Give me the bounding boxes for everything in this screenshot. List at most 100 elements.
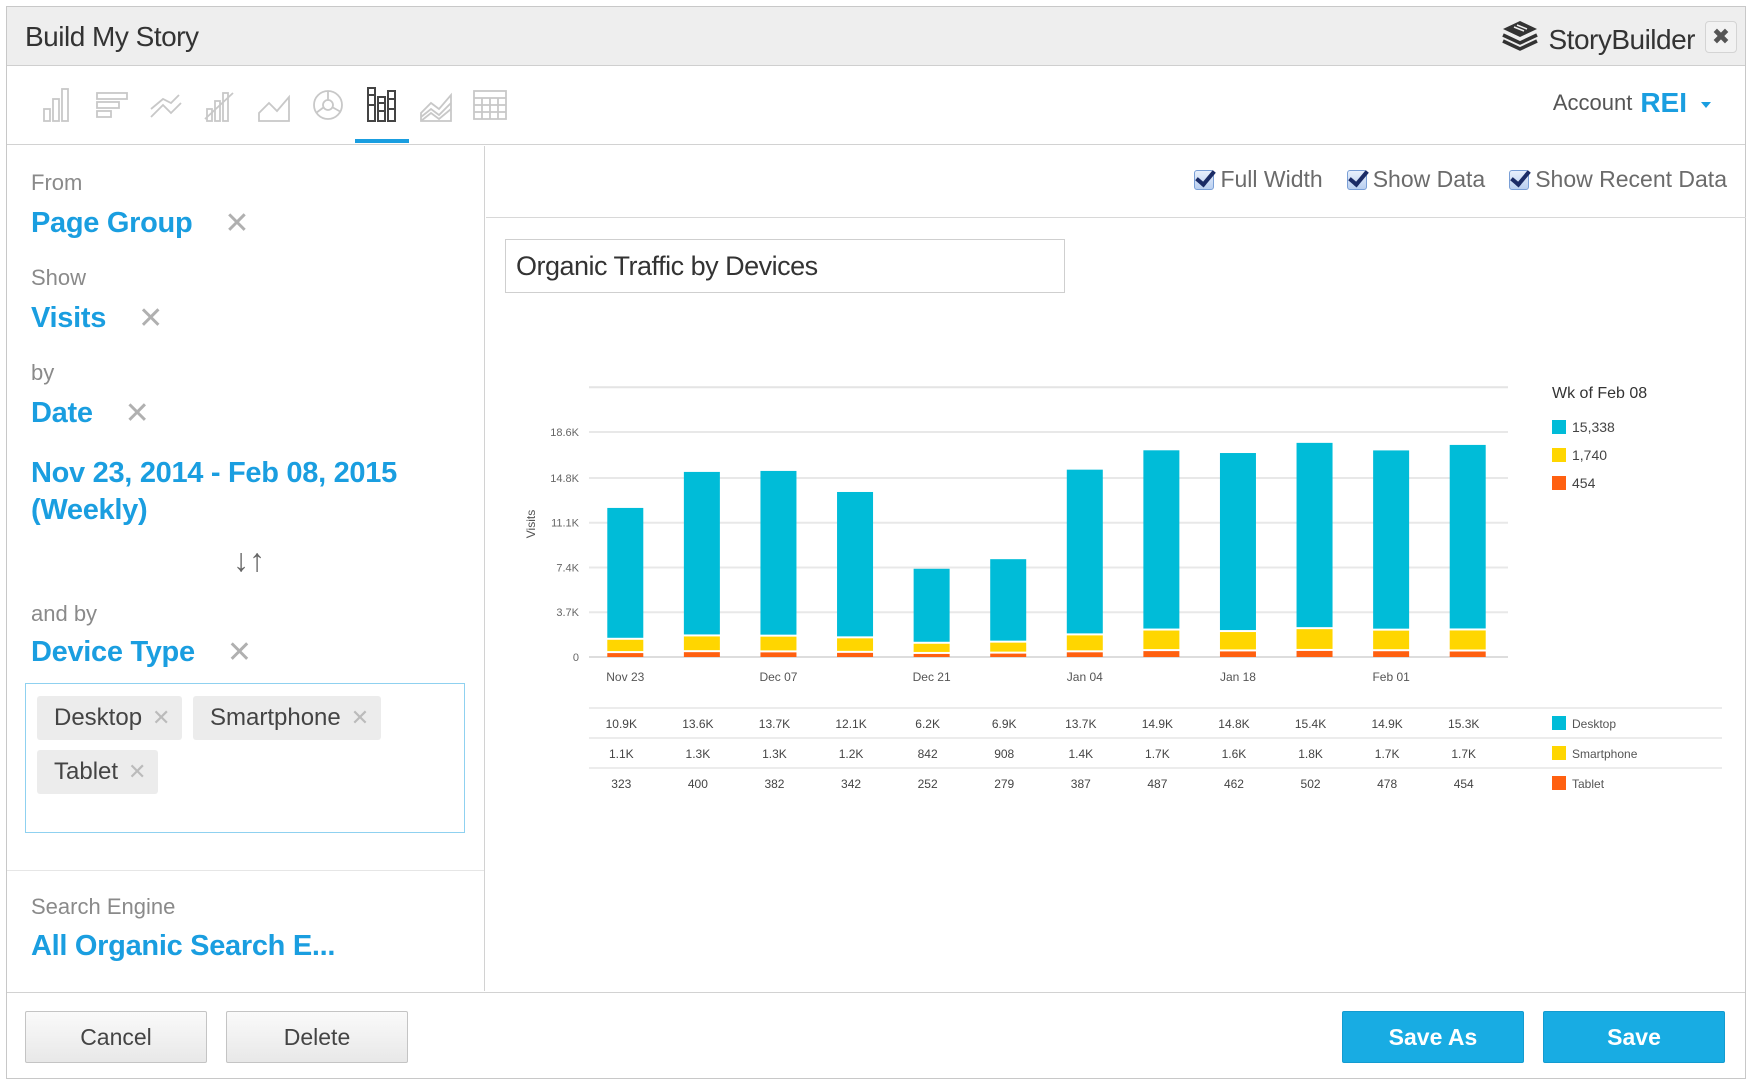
chart-type-stacked-area[interactable] [409,85,463,143]
x-tick-label: Jan 18 [1220,670,1256,684]
chart-type-table[interactable] [463,85,517,143]
layers-logo-icon [1500,19,1540,60]
query-builder-panel: From Page Group ✕ Show Visits ✕ by Date … [7,146,485,991]
save-button[interactable]: Save [1543,1011,1725,1063]
show-field: Visits ✕ [31,301,163,336]
by-value[interactable]: Date [31,397,93,430]
stacked-bar-chart: 0 3.7K 7.4K 11.1K 14.8K 18.6K Visits Nov 23 Dec … [524,385,1722,791]
chart-preview-panel: Full Width Show Data Show Recent Data 03… [486,146,1746,991]
y-tick-label: 14.8K [550,473,579,485]
data-cell: 1.2K [839,747,864,761]
from-value[interactable]: Page Group [31,207,193,240]
chart-type-donut[interactable] [301,85,355,143]
bar-segment-smartphone [990,642,1027,652]
chart-type-column[interactable] [31,85,85,143]
account-value[interactable]: REI [1640,87,1687,119]
bar-segment-smartphone [607,639,644,652]
by-field: Date ✕ [31,396,150,431]
caret-down-icon[interactable] [1701,102,1711,108]
chart-type-area[interactable] [247,85,301,143]
series-swatch [1552,746,1566,760]
by-label: by [31,360,55,385]
series-swatch [1552,716,1566,730]
save-as-button[interactable]: Save As [1342,1011,1524,1063]
bar-segment-tablet [607,653,644,657]
data-cell: 279 [994,777,1014,791]
and-by-field: Device Type ✕ [31,635,252,670]
data-cell: 15.4K [1295,717,1326,731]
x-tick-label: Jan 04 [1067,670,1103,684]
data-cell: 342 [841,777,861,791]
bar-segment-tablet [760,652,797,657]
series-swatch [1552,776,1566,790]
bar-segment-desktop [760,470,797,635]
x-tick-label: Feb 01 [1372,670,1410,684]
from-field: Page Group ✕ [31,206,250,241]
legend-value: 454 [1572,475,1596,491]
data-cell: 10.9K [606,717,637,731]
tag-label: Smartphone [210,704,341,731]
bar-segment-desktop [913,568,950,642]
swap-icon[interactable]: ↓↑ [233,542,265,579]
remove-by-icon[interactable]: ✕ [125,396,150,431]
data-cell: 1.3K [686,747,711,761]
data-cell: 323 [611,777,631,791]
remove-and-by-icon[interactable]: ✕ [227,635,252,670]
bar-segment-tablet [1449,651,1486,657]
stacked-area-chart-icon [419,85,453,128]
date-range[interactable]: Nov 23, 2014 - Feb 08, 2015 [31,457,397,490]
legend-title: Wk of Feb 08 [1552,385,1647,402]
bar-chart-icon [95,85,129,128]
data-cell: 487 [1147,777,1167,791]
bar-segment-tablet [1296,650,1333,657]
y-tick-label: 18.6K [550,427,579,439]
show-value[interactable]: Visits [31,302,106,335]
search-engine-label: Search Engine [31,894,176,919]
delete-button[interactable]: Delete [226,1011,408,1063]
bar-segment-desktop [990,559,1027,641]
chart-type-line[interactable] [139,85,193,143]
chart-type-stacked-column[interactable] [355,85,409,143]
search-engine-value[interactable]: All Organic Search E... [31,930,335,963]
cancel-button[interactable]: Cancel [25,1011,207,1063]
bar-segment-desktop [1373,450,1410,629]
data-cell: 6.2K [915,717,940,731]
area-chart-icon [257,85,291,128]
chart-type-toolbar: Account REI [7,67,1745,145]
data-cell: 13.7K [759,717,790,731]
remove-show-icon[interactable]: ✕ [138,301,163,336]
bar-segment-smartphone [1219,632,1256,650]
brand: StoryBuilder [1500,19,1695,60]
y-tick-label: 3.7K [556,607,579,619]
bar-segment-tablet [990,653,1027,657]
bar-segment-tablet [1066,652,1103,657]
close-button[interactable]: ✖ [1705,21,1737,53]
remove-tag-icon[interactable]: ✕ [152,705,170,731]
y-axis-title: Visits [524,510,538,538]
chart-type-combo[interactable] [193,85,247,143]
bar-segment-smartphone [1066,635,1103,651]
dialog-footer: Cancel Delete Save As Save [7,992,1745,1080]
tag-smartphone: Smartphone ✕ [193,696,382,740]
date-granularity[interactable]: (Weekly) [31,494,148,527]
stacked-column-chart-icon [365,85,399,128]
device-tag-input[interactable]: Desktop ✕ Smartphone ✕ Tablet ✕ [25,683,465,833]
data-cell: 908 [994,747,1014,761]
account-selector[interactable]: Account REI [1553,87,1711,119]
and-by-value[interactable]: Device Type [31,636,195,669]
legend-swatch [1552,448,1566,462]
data-cell: 1.7K [1451,747,1476,761]
bar-segment-smartphone [1296,629,1333,649]
x-tick-label: Nov 23 [606,670,644,684]
chart-type-bar[interactable] [85,85,139,143]
remove-tag-icon[interactable]: ✕ [351,705,369,731]
data-cell: 12.1K [835,717,866,731]
bar-segment-tablet [1143,651,1180,657]
remove-from-icon[interactable]: ✕ [224,206,249,241]
data-cell: 400 [688,777,708,791]
bar-segment-desktop [837,491,874,637]
data-cell: 1.3K [762,747,787,761]
remove-tag-icon[interactable]: ✕ [128,759,146,785]
data-cell: 462 [1224,777,1244,791]
data-cell: 252 [918,777,938,791]
